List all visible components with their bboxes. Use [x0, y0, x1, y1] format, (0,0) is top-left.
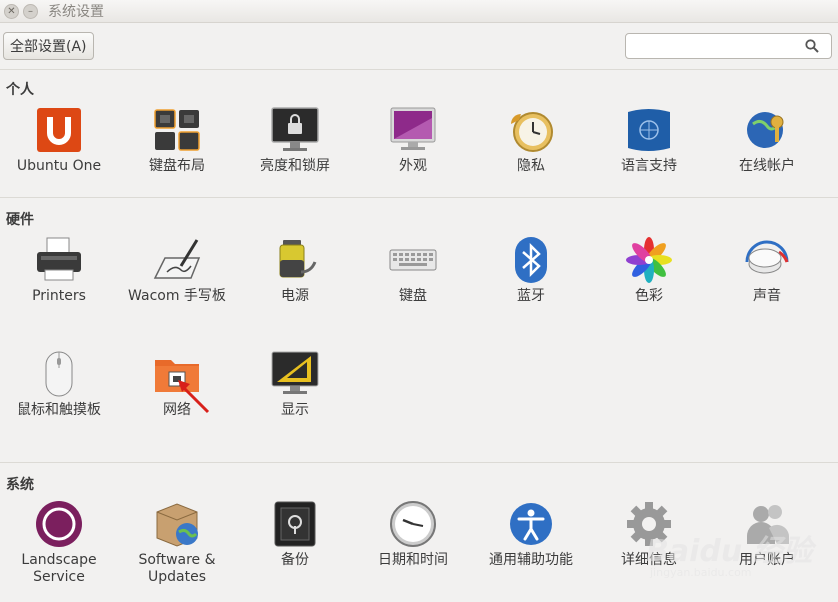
item-date-time[interactable]: 日期和时间 — [354, 500, 472, 569]
item-label: Ubuntu One — [16, 158, 102, 174]
software-updates-icon — [153, 500, 201, 548]
tablet-icon — [153, 236, 201, 284]
display-icon — [271, 350, 319, 398]
red-arrow-icon — [178, 380, 210, 414]
minimize-icon[interactable]: – — [23, 3, 38, 19]
item-label: Software & Updates — [138, 552, 216, 585]
divider — [0, 462, 838, 463]
battery-icon — [271, 236, 319, 284]
printer-icon — [35, 236, 83, 284]
item-power[interactable]: 电源 — [236, 236, 354, 305]
language-icon — [625, 106, 673, 154]
item-label: Wacom 手写板 — [128, 288, 226, 304]
mouse-icon — [35, 350, 83, 398]
color-icon — [625, 236, 673, 284]
users-icon — [743, 500, 791, 548]
item-label: 在线帐户 — [739, 158, 795, 174]
search-box[interactable] — [625, 33, 832, 59]
item-keyboard[interactable]: 键盘 — [354, 236, 472, 305]
close-icon[interactable]: ✕ — [4, 3, 19, 19]
item-appearance[interactable]: 外观 — [354, 106, 472, 175]
backup-safe-icon — [271, 500, 319, 548]
item-details[interactable]: 详细信息 — [590, 500, 708, 569]
clock-icon — [389, 500, 437, 548]
item-label: 外观 — [399, 158, 427, 174]
item-label: 键盘 — [399, 288, 427, 304]
item-label: 备份 — [281, 552, 309, 568]
search-icon[interactable] — [805, 39, 819, 53]
landscape-icon — [35, 500, 83, 548]
item-keyboard-layout[interactable]: 键盘布局 — [118, 106, 236, 175]
item-sound[interactable]: 声音 — [708, 236, 826, 305]
item-wacom[interactable]: Wacom 手写板 — [118, 236, 236, 305]
item-label: 隐私 — [517, 158, 545, 174]
item-color[interactable]: 色彩 — [590, 236, 708, 305]
item-ubuntu-one[interactable]: Ubuntu One — [0, 106, 118, 175]
item-display[interactable]: 显示 — [236, 350, 354, 419]
item-landscape[interactable]: Landscape Service — [0, 500, 118, 586]
item-backup[interactable]: 备份 — [236, 500, 354, 569]
sound-icon — [743, 236, 791, 284]
item-label: 电源 — [281, 288, 309, 304]
item-label: 通用辅助功能 — [489, 552, 573, 568]
item-label: 色彩 — [635, 288, 663, 304]
item-online-accounts[interactable]: 在线帐户 — [708, 106, 826, 175]
ubuntu-one-icon — [35, 106, 83, 154]
all-settings-button[interactable]: 全部设置(A) — [3, 32, 94, 60]
online-accounts-icon — [743, 106, 791, 154]
item-label: 显示 — [281, 402, 309, 418]
item-printers[interactable]: Printers — [0, 236, 118, 305]
item-label: 用户账户 — [739, 552, 795, 568]
item-user-accounts[interactable]: 用户账户 — [708, 500, 826, 569]
section-title-personal: 个人 — [6, 82, 34, 98]
item-privacy[interactable]: 隐私 — [472, 106, 590, 175]
item-label: 亮度和锁屏 — [260, 158, 330, 174]
item-label: Landscape Service — [21, 552, 97, 585]
window-title: 系统设置 — [48, 4, 104, 20]
search-input[interactable] — [630, 35, 804, 59]
item-label: 详细信息 — [621, 552, 677, 568]
item-label: 日期和时间 — [378, 552, 448, 568]
section-title-system: 系统 — [6, 477, 34, 493]
item-label: 语言支持 — [621, 158, 677, 174]
item-mouse-touchpad[interactable]: 鼠标和触摸板 — [0, 350, 118, 419]
item-bluetooth[interactable]: 蓝牙 — [472, 236, 590, 305]
item-label: 声音 — [753, 288, 781, 304]
item-language[interactable]: 语言支持 — [590, 106, 708, 175]
keyboard-icon — [389, 236, 437, 284]
item-brightness-lock[interactable]: 亮度和锁屏 — [236, 106, 354, 175]
item-label: Printers — [32, 288, 86, 304]
toolbar: 全部设置(A) — [0, 23, 838, 70]
item-software-updates[interactable]: Software & Updates — [118, 500, 236, 586]
item-label: 键盘布局 — [149, 158, 205, 174]
gear-icon — [625, 500, 673, 548]
section-title-hardware: 硬件 — [6, 212, 34, 228]
title-bar: ✕ – 系统设置 — [0, 0, 838, 23]
divider — [0, 197, 838, 198]
lock-screen-icon — [271, 106, 319, 154]
privacy-icon — [507, 106, 555, 154]
keyboard-layout-icon — [153, 106, 201, 154]
accessibility-icon — [507, 500, 555, 548]
item-label: 蓝牙 — [517, 288, 545, 304]
appearance-icon — [389, 106, 437, 154]
bluetooth-icon — [507, 236, 555, 284]
item-accessibility[interactable]: 通用辅助功能 — [472, 500, 590, 569]
item-label: 鼠标和触摸板 — [17, 402, 101, 418]
